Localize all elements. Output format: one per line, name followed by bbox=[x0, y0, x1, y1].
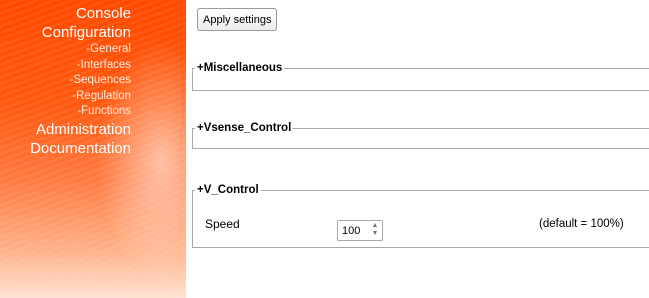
speed-label: Speed bbox=[205, 217, 240, 231]
sidebar-item-administration[interactable]: Administration bbox=[30, 120, 131, 139]
chevron-down-icon[interactable]: ▼ bbox=[369, 230, 381, 238]
sidebar-item-regulation[interactable]: -Regulation bbox=[30, 89, 131, 105]
chevron-up-icon[interactable]: ▲ bbox=[369, 222, 381, 230]
sidebar-item-interfaces[interactable]: -Interfaces bbox=[30, 58, 131, 74]
v-control-legend[interactable]: +V_Control bbox=[195, 184, 261, 196]
miscellaneous-section: +Miscellaneous bbox=[192, 62, 649, 91]
sidebar-nav: Console Configuration -General -Interfac… bbox=[30, 4, 131, 158]
sidebar-item-documentation[interactable]: Documentation bbox=[30, 139, 131, 158]
speed-input[interactable] bbox=[338, 221, 372, 240]
vsense-control-legend[interactable]: +Vsense_Control bbox=[195, 122, 293, 134]
sidebar-item-sequences[interactable]: -Sequences bbox=[30, 73, 131, 89]
main-content: Apply settings +Miscellaneous +Vsense_Co… bbox=[186, 0, 649, 298]
app-root: Console Configuration -General -Interfac… bbox=[0, 0, 649, 298]
sidebar-item-functions[interactable]: -Functions bbox=[30, 104, 131, 120]
speed-stepper[interactable]: ▲ ▼ bbox=[337, 220, 383, 241]
speed-stepper-buttons: ▲ ▼ bbox=[369, 222, 381, 239]
sidebar-item-configuration[interactable]: Configuration bbox=[30, 23, 131, 42]
sidebar-item-general[interactable]: -General bbox=[30, 42, 131, 58]
miscellaneous-legend[interactable]: +Miscellaneous bbox=[195, 62, 284, 74]
vsense-control-section: +Vsense_Control bbox=[192, 122, 649, 149]
sidebar: Console Configuration -General -Interfac… bbox=[0, 0, 186, 298]
speed-default-note: (default = 100%) bbox=[539, 218, 624, 230]
sidebar-item-console[interactable]: Console bbox=[30, 4, 131, 23]
apply-settings-button[interactable]: Apply settings bbox=[197, 8, 278, 31]
v-control-section: +V_Control Speed ▲ ▼ (default = 100%) bbox=[192, 184, 649, 248]
